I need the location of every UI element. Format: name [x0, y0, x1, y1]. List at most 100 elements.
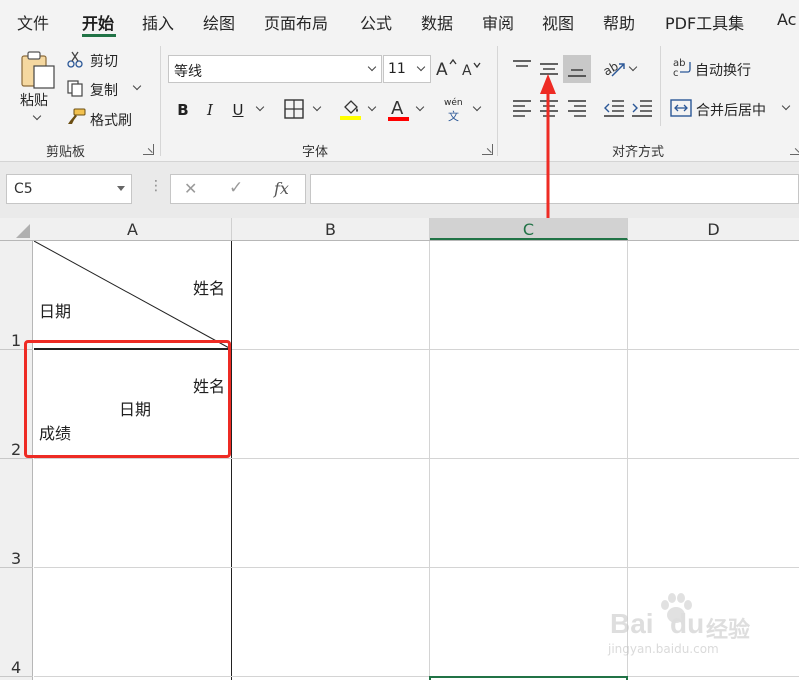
cell-a1-date-text: 日期	[39, 302, 72, 321]
row-header-3[interactable]: 3	[0, 549, 33, 568]
active-cell-outline	[429, 676, 628, 680]
format-painter-label: 格式刷	[90, 113, 132, 129]
tab-data[interactable]: 数据	[421, 10, 453, 34]
clipboard-dialog-launcher-icon[interactable]	[143, 144, 154, 155]
wrap-text-icon: ab c	[673, 58, 691, 78]
alignment-dialog-launcher-icon[interactable]	[790, 144, 799, 155]
borders-dropdown-icon[interactable]	[312, 102, 322, 112]
row-headers: 1 2 3 4	[0, 241, 33, 680]
column-headers: A B C D	[0, 218, 799, 241]
format-painter-icon	[68, 108, 86, 124]
tab-pdf-tools[interactable]: PDF工具集	[665, 10, 744, 34]
enter-icon[interactable]: ✓	[229, 178, 243, 198]
column-header-a[interactable]: A	[34, 218, 232, 240]
paste-dropdown-icon[interactable]	[32, 111, 42, 121]
underline-button[interactable]: U	[227, 98, 249, 122]
chevron-down-icon[interactable]	[416, 62, 426, 72]
svg-text:ab: ab	[602, 59, 621, 79]
font-group-label: 字体	[302, 145, 329, 160]
align-left-icon[interactable]	[510, 96, 534, 120]
font-name-combo[interactable]: 等线	[168, 55, 382, 83]
svg-text:A: A	[462, 63, 472, 79]
alignment-group-label: 对齐方式	[612, 145, 665, 160]
pinyin-bottom-text: 文	[448, 110, 459, 123]
merge-dropdown-icon[interactable]	[781, 101, 791, 111]
svg-text:c: c	[673, 68, 679, 78]
name-box[interactable]: C5	[6, 174, 132, 204]
row-header-4[interactable]: 4	[0, 658, 33, 677]
shrink-font-icon[interactable]: A	[462, 60, 484, 80]
tab-view[interactable]: 视图	[542, 10, 574, 34]
column-header-b[interactable]: B	[232, 218, 430, 240]
font-name-value: 等线	[174, 64, 202, 80]
borders-icon[interactable]	[283, 98, 305, 120]
row-divider	[0, 676, 33, 677]
cell-a1-name-text: 姓名	[193, 279, 226, 298]
font-size-combo[interactable]: 11	[383, 55, 431, 83]
formula-bar: C5 ⋮ ✕ ✓ fx	[0, 162, 799, 218]
group-separator	[660, 46, 661, 126]
grid-line	[34, 567, 799, 568]
cut-label: 剪切	[90, 54, 118, 70]
grow-font-icon[interactable]: A	[436, 58, 458, 78]
bold-button[interactable]: B	[172, 98, 194, 122]
select-all-icon[interactable]	[14, 224, 30, 238]
tab-file[interactable]: 文件	[17, 10, 49, 34]
formula-buttons: ✕ ✓ fx	[170, 174, 306, 204]
font-dialog-launcher-icon[interactable]	[482, 144, 493, 155]
italic-button[interactable]: I	[199, 98, 221, 122]
align-right-icon[interactable]	[565, 96, 589, 120]
tab-help[interactable]: 帮助	[603, 10, 635, 34]
formula-bar-grip-icon[interactable]: ⋮	[149, 178, 163, 194]
cancel-icon[interactable]: ✕	[184, 179, 197, 198]
row-divider	[0, 458, 33, 459]
ribbon: 粘贴 剪切 复制 格式刷 剪贴板 等线 11 A A B I U A wén 文…	[0, 40, 799, 162]
tab-acrobat[interactable]: Ac	[777, 10, 796, 29]
decrease-indent-icon[interactable]	[602, 96, 626, 120]
grid-line	[34, 458, 799, 459]
orientation-dropdown-icon[interactable]	[628, 62, 638, 72]
copy-dropdown-icon[interactable]	[132, 81, 142, 91]
fill-color-icon[interactable]	[339, 97, 363, 121]
tab-home[interactable]: 开始	[82, 10, 114, 34]
watermark-brand-du: du	[670, 608, 705, 639]
column-header-c[interactable]: C	[430, 218, 628, 240]
increase-indent-icon[interactable]	[630, 96, 654, 120]
merge-center-label: 合并后居中	[696, 103, 766, 119]
active-tab-indicator	[82, 34, 116, 37]
copy-label: 复制	[90, 83, 118, 99]
tab-draw[interactable]: 绘图	[203, 10, 235, 34]
font-color-icon[interactable]: A	[387, 96, 411, 122]
underline-dropdown-icon[interactable]	[255, 102, 265, 112]
scissors-icon	[67, 51, 83, 68]
pinyin-top-text: wén	[444, 98, 463, 108]
name-box-dropdown-icon[interactable]	[117, 186, 125, 191]
name-box-value: C5	[14, 181, 33, 197]
font-size-value: 11	[388, 61, 406, 77]
merge-center-icon	[670, 99, 692, 117]
group-separator	[160, 46, 161, 156]
baidu-jingyan-watermark: Bai du 经验 jingyan.baidu.com	[600, 592, 790, 662]
group-separator	[497, 46, 498, 156]
tab-review[interactable]: 审阅	[482, 10, 514, 34]
annotation-highlight-box	[24, 340, 231, 458]
phonetic-dropdown-icon[interactable]	[472, 102, 482, 112]
wrap-text-label: 自动换行	[695, 63, 751, 79]
align-bottom-icon[interactable]	[565, 56, 589, 80]
orientation-icon[interactable]: ab	[602, 54, 628, 80]
tab-page-layout[interactable]: 页面布局	[264, 10, 328, 34]
paste-label: 粘贴	[20, 93, 48, 109]
svg-text:A: A	[391, 98, 404, 119]
insert-function-icon[interactable]: fx	[274, 179, 289, 198]
tab-formulas[interactable]: 公式	[360, 10, 392, 34]
column-header-d[interactable]: D	[628, 218, 799, 240]
chevron-down-icon[interactable]	[367, 62, 377, 72]
align-top-icon[interactable]	[510, 56, 534, 80]
svg-text:A: A	[436, 60, 448, 78]
grid-line	[429, 241, 430, 680]
tab-insert[interactable]: 插入	[142, 10, 174, 34]
row-divider	[0, 567, 33, 568]
fill-color-dropdown-icon[interactable]	[367, 102, 377, 112]
ribbon-tab-bar: 文件 开始 插入 绘图 页面布局 公式 数据 审阅 视图 帮助 PDF工具集 A…	[0, 0, 799, 40]
font-color-dropdown-icon[interactable]	[415, 102, 425, 112]
